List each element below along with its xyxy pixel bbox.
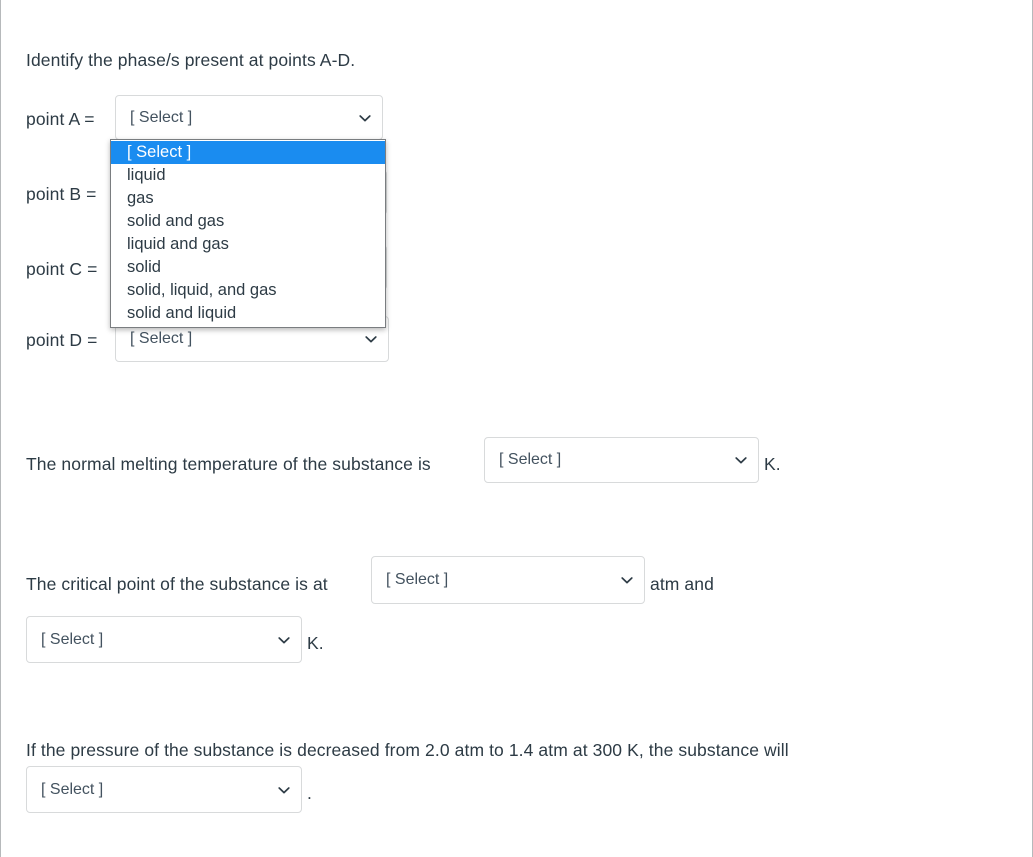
critical-pressure-select-value: [ Select ] (386, 571, 449, 588)
dropdown-option[interactable]: solid (111, 256, 385, 279)
identify-phases-prompt: Identify the phase/s present at points A… (26, 50, 356, 70)
point-d-label: point D = (26, 330, 98, 350)
chevron-down-icon (277, 633, 291, 647)
pressure-change-period: . (307, 783, 312, 803)
critical-temperature-select[interactable]: [ Select ] (26, 616, 302, 663)
dropdown-option[interactable]: liquid and gas (111, 233, 385, 256)
dropdown-option[interactable]: liquid (111, 164, 385, 187)
dropdown-option[interactable]: gas (111, 187, 385, 210)
critical-point-text: The critical point of the substance is a… (26, 574, 328, 594)
dropdown-option[interactable]: solid, liquid, and gas (111, 279, 385, 302)
point-a-label: point A = (26, 109, 95, 129)
chevron-down-icon (277, 783, 291, 797)
pressure-change-text: If the pressure of the substance is decr… (26, 740, 789, 760)
critical-pressure-select[interactable]: [ Select ] (371, 556, 645, 604)
critical-temperature-unit: K. (307, 633, 324, 653)
melting-temperature-select-value: [ Select ] (499, 451, 562, 468)
critical-pressure-unit: atm and (650, 574, 714, 594)
chevron-down-icon (734, 453, 748, 467)
point-a-select[interactable]: [ Select ] (115, 95, 383, 140)
dropdown-option[interactable]: solid and gas (111, 210, 385, 233)
critical-temperature-select-value: [ Select ] (41, 630, 104, 648)
pressure-change-select[interactable]: [ Select ] (26, 766, 302, 813)
dropdown-option[interactable]: solid and liquid (111, 302, 385, 325)
point-a-dropdown-list[interactable]: [ Select ] liquid gas solid and gas liqu… (110, 139, 386, 328)
melting-temperature-select[interactable]: [ Select ] (484, 437, 759, 483)
point-c-label: point C = (26, 259, 98, 279)
pressure-change-select-value: [ Select ] (41, 780, 104, 798)
chevron-down-icon (620, 573, 634, 587)
chevron-down-icon (364, 332, 378, 346)
point-d-select-value: [ Select ] (130, 330, 193, 347)
melting-temperature-unit: K. (764, 454, 781, 474)
melting-temperature-text: The normal melting temperature of the su… (26, 454, 431, 474)
chevron-down-icon (358, 111, 372, 125)
point-a-select-value: [ Select ] (130, 108, 193, 126)
dropdown-option[interactable]: [ Select ] (111, 141, 385, 164)
point-b-label: point B = (26, 184, 97, 204)
question-page: Identify the phase/s present at points A… (0, 0, 1033, 857)
